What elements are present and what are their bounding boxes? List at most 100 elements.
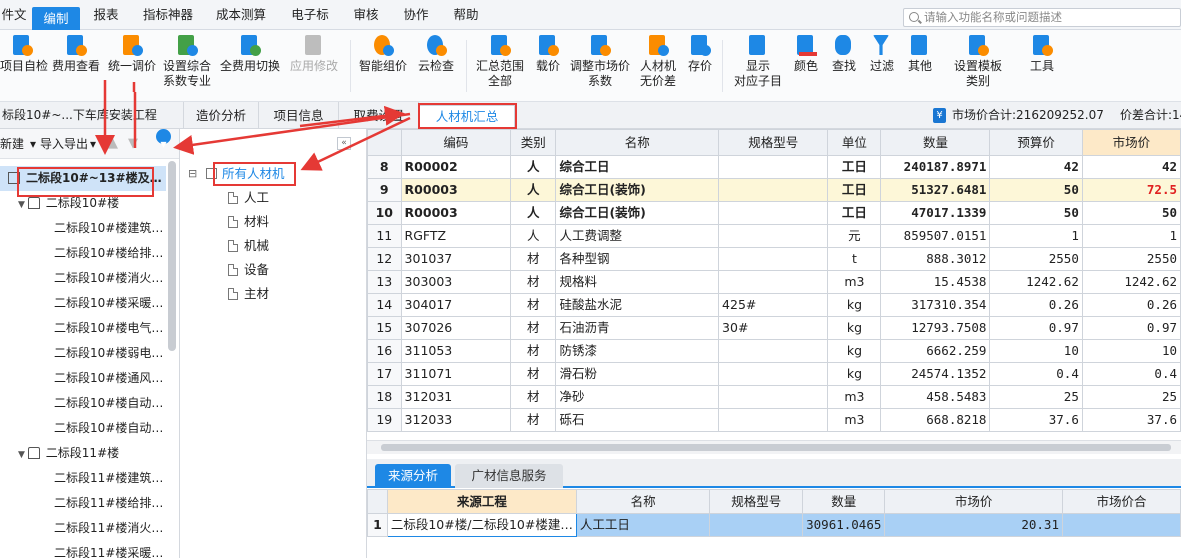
cell-spec[interactable] (718, 362, 829, 386)
cell-name[interactable]: 综合工日 (555, 155, 720, 179)
store-price-button[interactable]: 存价 (684, 34, 716, 74)
cell-unit[interactable]: m3 (827, 408, 882, 432)
cell-qty[interactable]: 12793.7508 (880, 316, 991, 340)
tab-project-info[interactable]: 项目信息 (259, 102, 339, 129)
cell-name[interactable]: 人工费调整 (555, 224, 720, 248)
cell-market[interactable]: 42 (1081, 155, 1181, 179)
no-price-diff-button[interactable]: 人材机 无价差 (636, 34, 680, 89)
show-subitem-button[interactable]: 显示 对应子目 (728, 34, 788, 89)
cell-budget[interactable]: 1 (989, 224, 1083, 248)
tab-fee-setting[interactable]: 取费设置 (339, 102, 419, 129)
cell-market[interactable]: 37.6 (1081, 408, 1181, 432)
cell-unit[interactable]: kg (827, 316, 882, 340)
cell-budget[interactable]: 2550 (989, 247, 1083, 271)
tree-item[interactable]: 二标段11#楼采暖… (0, 541, 166, 558)
cell-budget[interactable]: 50 (989, 178, 1083, 202)
menu-edit[interactable]: 编制 (32, 7, 80, 30)
cell-unit[interactable]: t (827, 247, 882, 271)
col-unit[interactable]: 单位 (827, 129, 882, 156)
source-name-cell[interactable]: 人工工日 (575, 513, 711, 537)
hscroll-thumb[interactable] (381, 444, 1171, 451)
tree-item[interactable]: 二标段10#楼消火… (0, 266, 166, 291)
import-dropdown-icon[interactable]: ▾ (90, 129, 96, 159)
cell-spec[interactable]: 425# (718, 293, 829, 317)
cell-spec[interactable]: 30# (718, 316, 829, 340)
sub-col-market[interactable]: 市场价 (884, 489, 1063, 514)
tree-item[interactable]: 二标段10#楼弱电… (0, 341, 166, 366)
move-up-icon[interactable]: ▲ (108, 129, 118, 159)
template-button[interactable]: 设置模板 类别 (946, 34, 1010, 89)
cell-spec[interactable] (718, 201, 829, 225)
expand-arrow-icon[interactable]: ▼ (18, 200, 28, 210)
collapse-panel-icon[interactable]: « (337, 137, 351, 150)
cell-type[interactable]: 人 (510, 201, 557, 225)
sub-col-source[interactable]: 来源工程 (386, 489, 577, 514)
col-spec[interactable]: 规格型号 (718, 129, 829, 156)
all-materials-item[interactable]: 所有人材机 (206, 163, 285, 185)
table-row[interactable]: 15 307026 材石油沥青 30# kg 12793.7508 0.97 0.97 (367, 316, 1181, 340)
cell-unit[interactable]: 工日 (827, 178, 882, 202)
cell-spec[interactable] (718, 247, 829, 271)
cell-name[interactable]: 防锈漆 (555, 339, 720, 363)
cell-market[interactable]: 10 (1081, 339, 1181, 363)
cell-market[interactable]: 0.26 (1081, 293, 1181, 317)
cell-qty[interactable]: 458.5483 (880, 385, 991, 409)
menu-etender[interactable]: 电子标 (282, 0, 338, 30)
cell-code[interactable]: 307026 (400, 316, 512, 340)
cell-spec[interactable] (718, 155, 829, 179)
cell-name[interactable]: 滑石粉 (555, 362, 720, 386)
cell-budget[interactable]: 37.6 (989, 408, 1083, 432)
cell-type[interactable]: 人 (510, 155, 557, 179)
load-price-button[interactable]: 载价 (532, 34, 564, 74)
table-row[interactable]: 12 301037 材各种型钢 t 888.3012 2550 2550 (367, 247, 1181, 271)
cell-spec[interactable] (718, 408, 829, 432)
cell-budget[interactable]: 42 (989, 155, 1083, 179)
cell-budget[interactable]: 25 (989, 385, 1083, 409)
cell-unit[interactable]: 工日 (827, 155, 882, 179)
cell-spec[interactable] (718, 178, 829, 202)
collapse-toggle-icon[interactable]: ⊟ (188, 163, 197, 185)
adjust-market-button[interactable]: 调整市场价 系数 (568, 34, 632, 89)
tree-item[interactable]: 二标段10#楼自动… (0, 416, 166, 441)
cell-unit[interactable]: kg (827, 339, 882, 363)
cell-code[interactable]: R00002 (400, 155, 512, 179)
tree-item[interactable]: 二标段11#楼消火… (0, 516, 166, 541)
tree-item[interactable]: 二标段11#楼建筑… (0, 466, 166, 491)
tab-guangcai-info[interactable]: 广材信息服务 (455, 464, 563, 488)
search-input[interactable]: 请输入功能名称或问题描述 (903, 8, 1181, 27)
summary-range-button[interactable]: 汇总范围 全部 (472, 34, 528, 89)
tree-root-item[interactable]: 二标段10#~13#楼及… (0, 166, 166, 191)
table-row[interactable]: 17 311071 材滑石粉 kg 24574.1352 0.4 0.4 (367, 362, 1181, 386)
grid-hscrollbar[interactable] (367, 440, 1181, 454)
selfcheck-button[interactable]: 项目自检 (0, 34, 48, 74)
cell-budget[interactable]: 50 (989, 201, 1083, 225)
cell-spec[interactable] (718, 385, 829, 409)
cell-spec[interactable] (718, 270, 829, 294)
filter-button[interactable]: 过滤 (866, 34, 898, 74)
cell-code[interactable]: R00003 (400, 178, 512, 202)
category-labor[interactable]: 人工 (228, 187, 269, 209)
cell-code[interactable]: RGFTZ (400, 224, 512, 248)
cell-code[interactable]: 311071 (400, 362, 512, 386)
tree-item[interactable]: 二标段10#楼采暖… (0, 291, 166, 316)
cell-code[interactable]: R00003 (400, 201, 512, 225)
cell-name[interactable]: 砾石 (555, 408, 720, 432)
project-tab[interactable]: 标段10#~...下车库安装工程 (0, 102, 180, 129)
other-button[interactable]: 其他 (904, 34, 936, 74)
cell-spec[interactable] (718, 224, 829, 248)
tools-button[interactable]: 工具 (1024, 34, 1060, 74)
col-name[interactable]: 名称 (555, 129, 720, 156)
cell-type[interactable]: 材 (510, 247, 557, 271)
cell-code[interactable]: 301037 (400, 247, 512, 271)
cell-qty[interactable]: 859507.0151 (880, 224, 991, 248)
cell-spec[interactable] (718, 339, 829, 363)
cell-market[interactable]: 72.5 (1081, 178, 1181, 202)
cell-name[interactable]: 规格料 (555, 270, 720, 294)
tree-item[interactable]: 二标段10#楼自动… (0, 391, 166, 416)
sub-col-market-total[interactable]: 市场价合 (1061, 489, 1181, 514)
cell-type[interactable]: 材 (510, 362, 557, 386)
tab-materials-summary[interactable]: 人材机汇总 (419, 105, 515, 129)
cell-type[interactable]: 人 (510, 178, 557, 202)
col-type[interactable]: 类别 (510, 129, 557, 156)
cell-qty[interactable]: 240187.8971 (880, 155, 991, 179)
